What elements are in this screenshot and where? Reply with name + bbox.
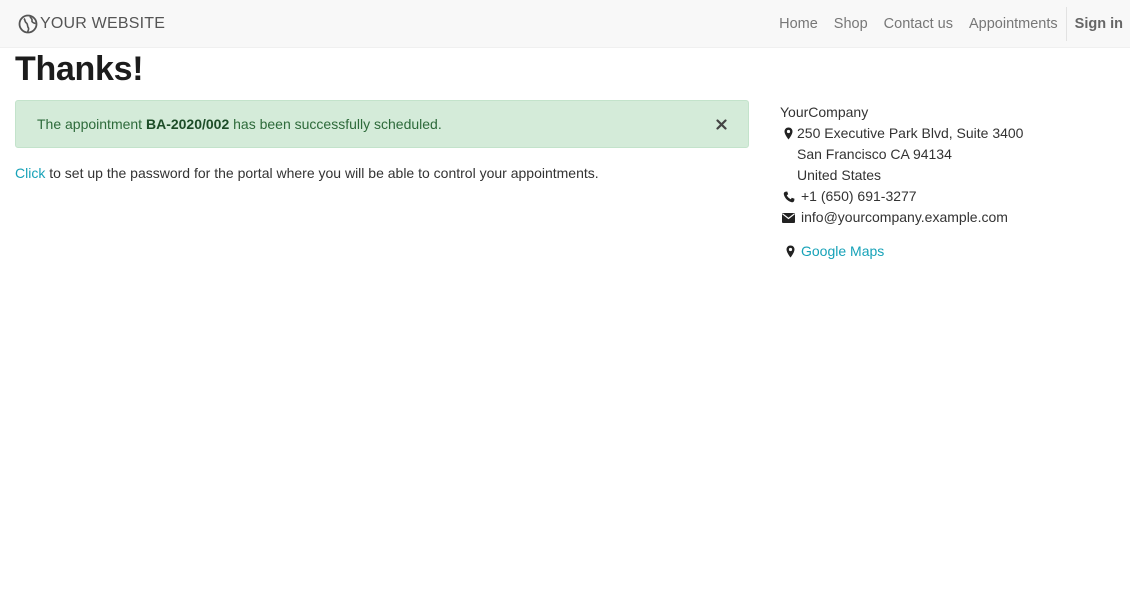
globe-icon: [18, 14, 38, 34]
alert-suffix: has been successfully scheduled.: [229, 116, 442, 132]
nav-appointments[interactable]: Appointments: [961, 0, 1066, 48]
company-contact: YourCompany 250 Executive Park Blvd, Sui…: [780, 102, 1110, 262]
address-line-1: 250 Executive Park Blvd, Suite 3400: [797, 125, 1024, 141]
google-maps-link[interactable]: Google Maps: [801, 241, 884, 262]
envelope-icon: [780, 207, 797, 228]
nav-links: Home Shop Contact us Appointments Sign i…: [771, 0, 1130, 48]
appointment-reference: BA-2020/002: [145, 116, 230, 132]
email-address: info@yourcompany.example.com: [801, 209, 1008, 225]
brand-logo[interactable]: YOUR WEBSITE: [18, 0, 165, 48]
maps-row: Google Maps: [780, 241, 1110, 262]
alert-prefix: The appointment: [37, 116, 146, 132]
company-name: YourCompany: [780, 104, 869, 120]
phone-icon: [780, 186, 797, 207]
phone-row: +1 (650) 691-3277: [780, 186, 1110, 207]
map-marker-icon: [780, 123, 797, 144]
address-line-2: San Francisco CA 94134: [797, 146, 952, 162]
phone-number: +1 (650) 691-3277: [801, 188, 917, 204]
success-alert: The appointment BA-2020/002 has been suc…: [15, 100, 749, 148]
portal-instructions-text: to set up the password for the portal wh…: [45, 165, 599, 181]
nav-home[interactable]: Home: [771, 0, 826, 48]
address-row: 250 Executive Park Blvd, Suite 3400: [780, 123, 1110, 144]
navbar: YOUR WEBSITE Home Shop Contact us Appoin…: [0, 0, 1130, 48]
nav-contact-us[interactable]: Contact us: [876, 0, 961, 48]
nav-shop[interactable]: Shop: [826, 0, 876, 48]
set-password-link[interactable]: Click: [15, 165, 45, 181]
close-icon[interactable]: [714, 114, 728, 134]
email-row: info@yourcompany.example.com: [780, 207, 1110, 228]
sign-in-link[interactable]: Sign in: [1067, 0, 1130, 48]
brand-text: YOUR WEBSITE: [40, 15, 166, 32]
address-line-3: United States: [797, 167, 882, 183]
map-marker-icon: [780, 241, 801, 262]
alert-message: The appointment BA-2020/002 has been suc…: [37, 116, 442, 132]
portal-instructions: Click to set up the password for the por…: [15, 165, 599, 181]
page-title: Thanks!: [15, 50, 144, 88]
